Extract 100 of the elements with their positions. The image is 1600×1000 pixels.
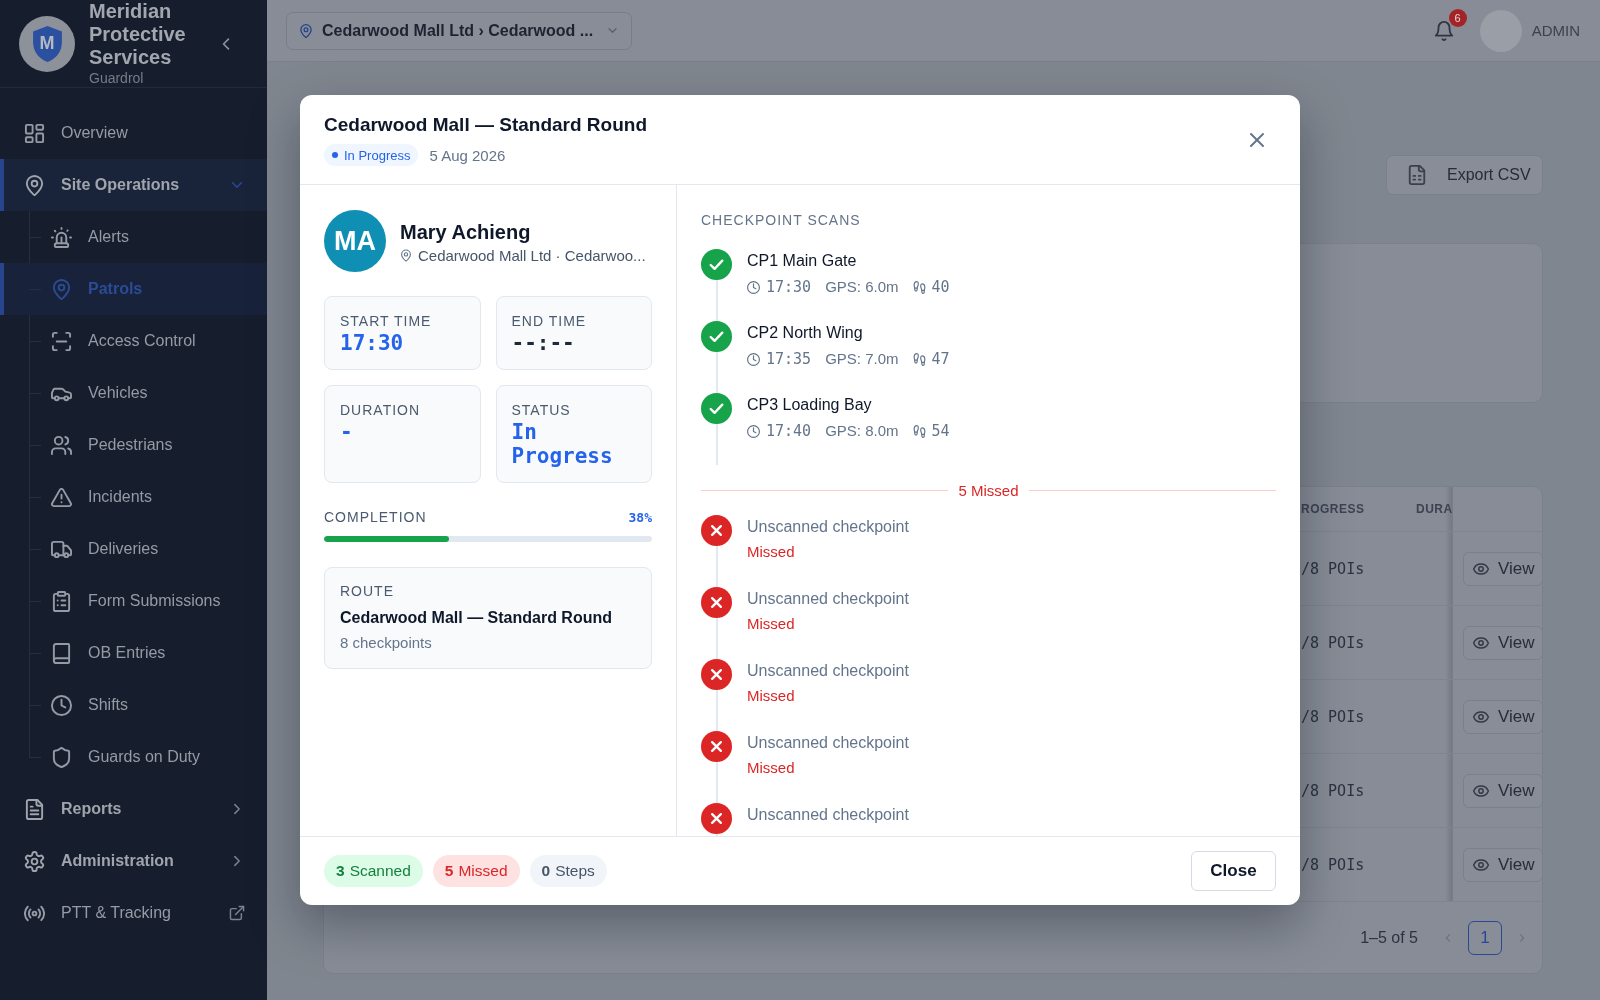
close-button[interactable]: Close	[1191, 851, 1276, 891]
checkpoint-name: Unscanned checkpoint	[747, 589, 909, 609]
eye-icon	[1473, 782, 1489, 799]
missed-status: Missed	[747, 542, 796, 562]
cross-circle-icon	[701, 659, 732, 690]
cross-circle-icon	[701, 731, 732, 762]
guard-name: Mary Achieng	[400, 219, 532, 245]
footprints-icon	[912, 352, 926, 366]
pagination-range: 1–5 of 5	[1360, 928, 1418, 947]
stat-value: -	[340, 420, 354, 444]
missed-status: Missed	[747, 686, 796, 706]
external-link-icon	[229, 905, 245, 921]
check-circle-icon	[701, 321, 732, 352]
organization-name: Meridian Protective Services	[89, 0, 187, 69]
clock-icon	[747, 424, 760, 438]
cross-circle-icon	[701, 587, 732, 618]
scan-time: 17:35	[766, 349, 812, 369]
map-pin-icon	[299, 23, 313, 38]
missed-status: Missed	[747, 614, 796, 634]
table-cell-text: /8 POIs	[1301, 706, 1366, 728]
stat-value: In Progress	[511, 420, 614, 468]
people-icon	[51, 434, 72, 456]
table-cell-text: /8 POIs	[1301, 632, 1366, 654]
guard-avatar: MA	[324, 210, 386, 272]
scan-time: 17:30	[766, 277, 812, 297]
step-count: 47	[931, 349, 950, 369]
warning-icon	[51, 486, 72, 508]
eye-icon	[1473, 560, 1489, 577]
map-pin-icon	[51, 278, 72, 300]
stat-value: --:--	[511, 331, 576, 355]
spreadsheet-file-icon	[1407, 164, 1427, 186]
missed-count-badge: 5 Missed	[432, 855, 520, 887]
user-name[interactable]: ADMIN	[1531, 22, 1580, 39]
checkpoint-name: CP3 Loading Bay	[747, 395, 873, 415]
view-button[interactable]: View	[1463, 551, 1542, 586]
section-heading: CHECKPOINT SCANS	[701, 211, 862, 230]
cross-circle-icon	[701, 803, 732, 834]
guard-location: Cedarwood Mall Ltd · Cedarwoo...	[418, 246, 646, 264]
checkpoint-name: Unscanned checkpoint	[747, 517, 909, 537]
nav-item[interactable]: Reports	[0, 783, 267, 835]
notification-bell-icon[interactable]	[1433, 20, 1454, 41]
eye-icon	[1473, 708, 1489, 725]
table-cell-text: /8 POIs	[1301, 558, 1366, 580]
dialog-title: Cedarwood Mall — Standard Round	[324, 113, 647, 137]
siren-icon	[51, 226, 72, 248]
checkpoint-name: Unscanned checkpoint	[747, 805, 909, 825]
stat-label: END TIME	[511, 312, 588, 331]
step-count: 54	[931, 421, 950, 441]
route-label: ROUTE	[340, 582, 395, 601]
logo-letter: M	[39, 33, 55, 52]
step-count: 40	[931, 277, 950, 297]
gps-accuracy: GPS: 8.0m	[825, 421, 899, 441]
checkpoint-name: Unscanned checkpoint	[747, 661, 909, 681]
nav-item[interactable]: Overview	[0, 107, 267, 159]
clock-icon	[747, 280, 760, 294]
document-icon	[24, 798, 45, 820]
settings-icon	[24, 850, 45, 872]
cross-circle-icon	[701, 515, 732, 546]
product-name: Guardrol	[89, 69, 145, 87]
view-button[interactable]: View	[1463, 773, 1542, 808]
check-circle-icon	[701, 393, 732, 424]
missed-status: Missed	[747, 758, 796, 778]
view-button[interactable]: View	[1463, 625, 1542, 660]
nav-item[interactable]: Administration	[0, 835, 267, 887]
scanned-count-badge: 3 Scanned	[324, 855, 423, 887]
route-name: Cedarwood Mall — Standard Round	[340, 608, 613, 628]
gps-accuracy: GPS: 7.0m	[825, 349, 899, 369]
status-label: In Progress	[344, 147, 411, 163]
shield-icon	[31, 25, 63, 62]
column-header: DURA	[1416, 501, 1453, 518]
scan-time: 17:40	[766, 421, 812, 441]
map-pin-icon	[24, 174, 45, 196]
site-selector[interactable]: Cedarwood Mall Ltd › Cedarwood ...	[286, 11, 633, 50]
stat-label: START TIME	[340, 312, 433, 331]
book-icon	[51, 642, 72, 664]
scan-frame-icon	[51, 330, 72, 352]
stat-value: 17:30	[340, 331, 405, 355]
checkpoint-name: CP2 North Wing	[747, 323, 864, 343]
checkpoint-count: 8 checkpoints	[340, 633, 433, 653]
map-pin-icon	[400, 248, 412, 262]
clipboard-icon	[51, 590, 72, 612]
nav-item[interactable]: PTT & Tracking	[0, 887, 267, 939]
gps-accuracy: GPS: 6.0m	[825, 277, 899, 297]
truck-icon	[51, 538, 72, 560]
clock-icon	[747, 352, 760, 366]
view-button[interactable]: View	[1463, 699, 1542, 734]
shield-outline-icon	[51, 746, 72, 768]
steps-count-badge: 0 Steps	[529, 855, 607, 887]
eye-icon	[1473, 856, 1489, 873]
stat-label: DURATION	[340, 401, 422, 420]
checkpoint-name: CP1 Main Gate	[747, 251, 858, 271]
missed-divider-label: 5 Missed	[958, 481, 1019, 499]
nav-item[interactable]: Site Operations	[0, 159, 267, 211]
status-dot-icon	[332, 152, 338, 158]
table-cell-text: /8 POIs	[1301, 854, 1366, 876]
column-header: ROGRESS	[1301, 501, 1366, 518]
view-button[interactable]: View	[1463, 847, 1542, 882]
table-cell-text: /8 POIs	[1301, 780, 1366, 802]
export-csv-button[interactable]: Export CSV	[1386, 155, 1543, 195]
eye-icon	[1473, 634, 1489, 651]
